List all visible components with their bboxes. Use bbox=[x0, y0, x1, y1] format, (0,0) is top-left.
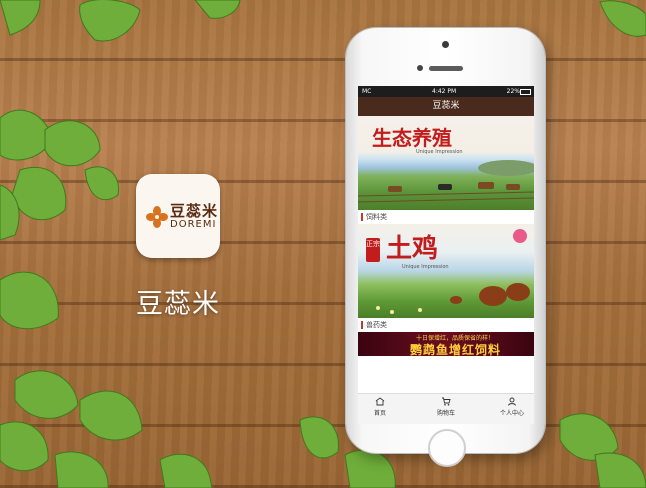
banner-fish-feed[interactable]: 十日保增红，品质保省的样！ 鹦鹉鱼增红饲料 bbox=[358, 332, 534, 356]
tab-profile-label: 个人中心 bbox=[499, 410, 524, 417]
battery-text: 22% bbox=[506, 88, 520, 95]
icon-chinese-text: 豆蕊米 bbox=[170, 202, 219, 220]
banner-ecological-farming[interactable]: 生态养殖 Unique Impression bbox=[358, 116, 534, 210]
home-icon bbox=[375, 397, 385, 406]
app-icon[interactable]: 豆蕊米 DOREMI bbox=[136, 174, 220, 258]
app-title-bar: 豆蕊米 bbox=[358, 97, 534, 116]
flower-logo-icon bbox=[146, 206, 168, 228]
battery-icon bbox=[520, 89, 531, 95]
icon-english-text: DOREMI bbox=[170, 219, 217, 230]
status-bar: MC 4:42 PM 22% bbox=[358, 86, 534, 97]
camera-icon bbox=[442, 41, 449, 48]
banner3-main-text: 鹦鹉鱼增红饲料 bbox=[410, 343, 502, 356]
bottom-tab-bar: 首页 购物车 个人中心 bbox=[358, 393, 534, 424]
speaker-grille bbox=[429, 66, 463, 71]
app-name: 豆蕊米 bbox=[136, 289, 220, 320]
tab-cart[interactable]: 购物车 bbox=[426, 397, 466, 417]
tab-cart-label: 购物车 bbox=[436, 410, 455, 417]
carrier-text: MC bbox=[362, 88, 372, 95]
clock-text: 4:42 PM bbox=[432, 88, 457, 95]
chicken-scene bbox=[376, 229, 530, 314]
wood-background bbox=[0, 0, 646, 488]
tab-home-label: 首页 bbox=[373, 410, 386, 417]
phone-screen: MC 4:42 PM 22% 豆蕊米 生态养殖 Unique Impressio… bbox=[358, 86, 534, 424]
section-feed[interactable]: 饲料类 bbox=[358, 210, 534, 224]
section-veterinary[interactable]: 兽药类 bbox=[358, 318, 534, 332]
tab-profile[interactable]: 个人中心 bbox=[492, 397, 532, 417]
tab-home[interactable]: 首页 bbox=[360, 397, 400, 417]
phone-mockup: MC 4:42 PM 22% 豆蕊米 生态养殖 Unique Impressio… bbox=[346, 28, 545, 467]
home-button[interactable] bbox=[428, 429, 466, 467]
user-icon bbox=[508, 397, 516, 406]
cart-icon bbox=[442, 397, 451, 406]
front-camera bbox=[417, 65, 423, 71]
farm-scene bbox=[358, 160, 534, 203]
banner-free-range-chicken[interactable]: 正宗 土鸡 Unique Impression bbox=[358, 224, 534, 318]
